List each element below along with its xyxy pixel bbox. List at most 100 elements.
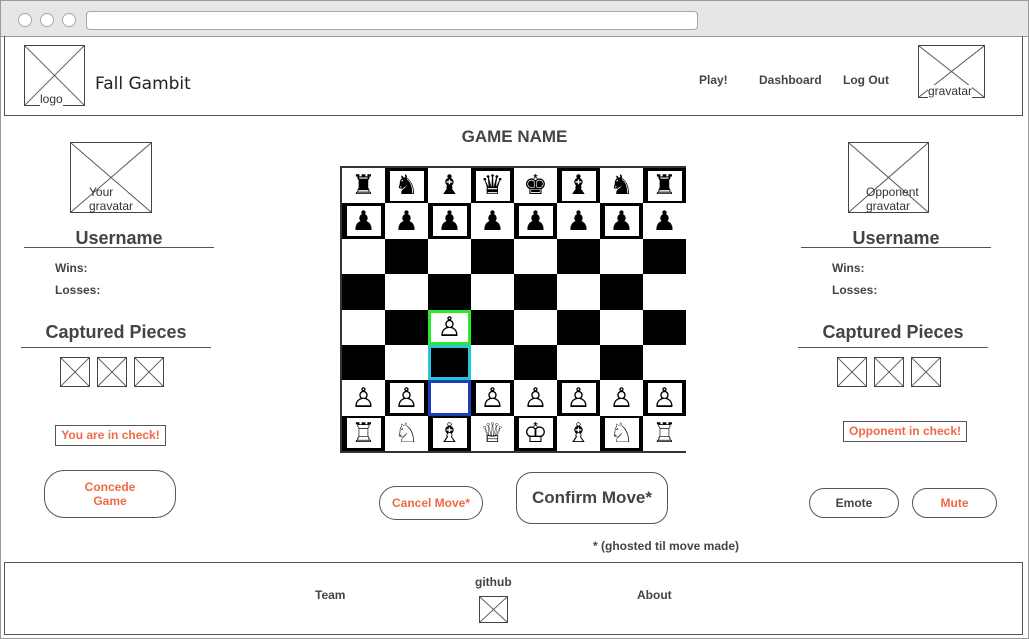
board-square[interactable]: ♗	[428, 415, 471, 452]
cancel-move-button[interactable]: Cancel Move*	[379, 486, 483, 520]
board-square[interactable]	[514, 345, 557, 381]
confirm-move-button[interactable]: Confirm Move*	[516, 472, 668, 524]
board-square[interactable]	[342, 238, 385, 275]
chess-piece[interactable]: ♖	[652, 420, 676, 447]
board-square[interactable]: ♛	[471, 168, 514, 204]
board-square[interactable]	[514, 309, 557, 345]
footer-github-label[interactable]: github	[475, 575, 512, 589]
board-square[interactable]: ♜	[643, 168, 686, 204]
board-square[interactable]	[643, 309, 686, 345]
chess-piece[interactable]: ♟	[394, 208, 418, 235]
chess-piece[interactable]: ♙	[351, 385, 375, 412]
board-square[interactable]: ♞	[385, 168, 428, 204]
board-square[interactable]	[600, 274, 643, 310]
header-gravatar-placeholder[interactable]: gravatar	[918, 45, 985, 98]
board-square[interactable]: ♘	[600, 415, 643, 452]
board-square[interactable]: ♟	[428, 203, 471, 239]
chess-piece[interactable]: ♟	[652, 208, 676, 235]
close-window-button[interactable]	[18, 13, 32, 27]
board-square[interactable]	[643, 238, 686, 275]
board-square[interactable]: ♚	[514, 168, 557, 204]
board-square[interactable]: ♙	[600, 380, 643, 416]
board-square[interactable]	[428, 380, 471, 416]
board-square[interactable]: ♟	[342, 203, 385, 239]
board-square[interactable]: ♘	[385, 415, 428, 452]
board-square[interactable]: ♔	[514, 415, 557, 452]
board-square[interactable]: ♟	[557, 203, 600, 239]
chess-piece[interactable]: ♙	[647, 383, 682, 414]
chess-piece[interactable]: ♙	[523, 385, 547, 412]
chess-piece[interactable]: ♘	[394, 420, 418, 447]
board-square[interactable]	[557, 309, 600, 345]
minimize-window-button[interactable]	[40, 13, 54, 27]
board-square[interactable]	[514, 274, 557, 310]
github-icon[interactable]	[479, 596, 508, 623]
chess-piece[interactable]: ♟	[518, 206, 553, 237]
footer-team-link[interactable]: Team	[315, 588, 345, 602]
board-square[interactable]: ♟	[514, 203, 557, 239]
board-square[interactable]: ♙	[471, 380, 514, 416]
chess-piece[interactable]: ♕	[480, 420, 504, 447]
emote-button[interactable]: Emote	[809, 488, 899, 518]
board-square[interactable]	[342, 274, 385, 310]
chess-piece[interactable]: ♞	[389, 170, 424, 201]
board-square[interactable]	[428, 274, 471, 310]
board-square[interactable]: ♙	[643, 380, 686, 416]
chess-piece[interactable]: ♝	[437, 172, 461, 199]
board-square[interactable]	[600, 238, 643, 275]
board-square[interactable]: ♟	[385, 203, 428, 239]
footer-about-link[interactable]: About	[637, 588, 672, 602]
board-square[interactable]: ♞	[600, 168, 643, 204]
board-square[interactable]	[471, 309, 514, 345]
board-square[interactable]: ♟	[471, 203, 514, 239]
board-square[interactable]	[385, 238, 428, 275]
board-square[interactable]	[385, 345, 428, 381]
nav-dashboard-link[interactable]: Dashboard	[759, 73, 822, 87]
board-square[interactable]	[471, 345, 514, 381]
maximize-window-button[interactable]	[62, 13, 76, 27]
mute-button[interactable]: Mute	[912, 488, 997, 518]
board-square[interactable]: ♗	[557, 415, 600, 452]
board-square[interactable]: ♙	[342, 380, 385, 416]
board-square[interactable]: ♟	[643, 203, 686, 239]
board-square[interactable]: ♖	[342, 415, 385, 452]
board-square[interactable]	[471, 274, 514, 310]
board-square[interactable]	[557, 274, 600, 310]
nav-logout-link[interactable]: Log Out	[843, 73, 889, 87]
chess-piece[interactable]: ♟	[432, 206, 467, 237]
board-square[interactable]: ♟	[600, 203, 643, 239]
chess-piece[interactable]: ♙	[475, 383, 510, 414]
chess-piece[interactable]: ♔	[518, 418, 553, 449]
board-square[interactable]: ♝	[428, 168, 471, 204]
chess-piece[interactable]: ♛	[475, 170, 510, 201]
board-square[interactable]	[643, 274, 686, 310]
chess-piece[interactable]: ♞	[609, 172, 633, 199]
board-square[interactable]	[600, 345, 643, 381]
board-square[interactable]	[471, 238, 514, 275]
chess-piece[interactable]: ♚	[523, 172, 547, 199]
chess-piece[interactable]: ♟	[566, 208, 590, 235]
board-square[interactable]	[385, 274, 428, 310]
chess-piece[interactable]: ♗	[432, 418, 467, 449]
logo-placeholder[interactable]: logo	[24, 45, 85, 106]
board-square[interactable]: ♙	[428, 309, 471, 345]
board-square[interactable]: ♙	[385, 380, 428, 416]
board-square[interactable]: ♜	[342, 168, 385, 204]
board-square[interactable]	[557, 345, 600, 381]
board-square[interactable]	[600, 309, 643, 345]
chess-piece[interactable]: ♖	[346, 418, 381, 449]
chess-piece[interactable]: ♙	[561, 383, 596, 414]
chess-piece[interactable]: ♗	[566, 420, 590, 447]
chess-piece[interactable]: ♙	[389, 383, 424, 414]
chess-piece[interactable]: ♟	[346, 206, 381, 237]
chess-piece[interactable]: ♘	[604, 418, 639, 449]
board-square[interactable]	[428, 345, 471, 381]
board-square[interactable]	[428, 238, 471, 275]
board-square[interactable]: ♕	[471, 415, 514, 452]
brand-name[interactable]: Fall Gambit	[95, 74, 191, 94]
board-square[interactable]	[342, 345, 385, 381]
chess-piece[interactable]: ♜	[351, 172, 375, 199]
board-square[interactable]	[643, 345, 686, 381]
board-square[interactable]	[342, 309, 385, 345]
board-square[interactable]: ♖	[643, 415, 686, 452]
